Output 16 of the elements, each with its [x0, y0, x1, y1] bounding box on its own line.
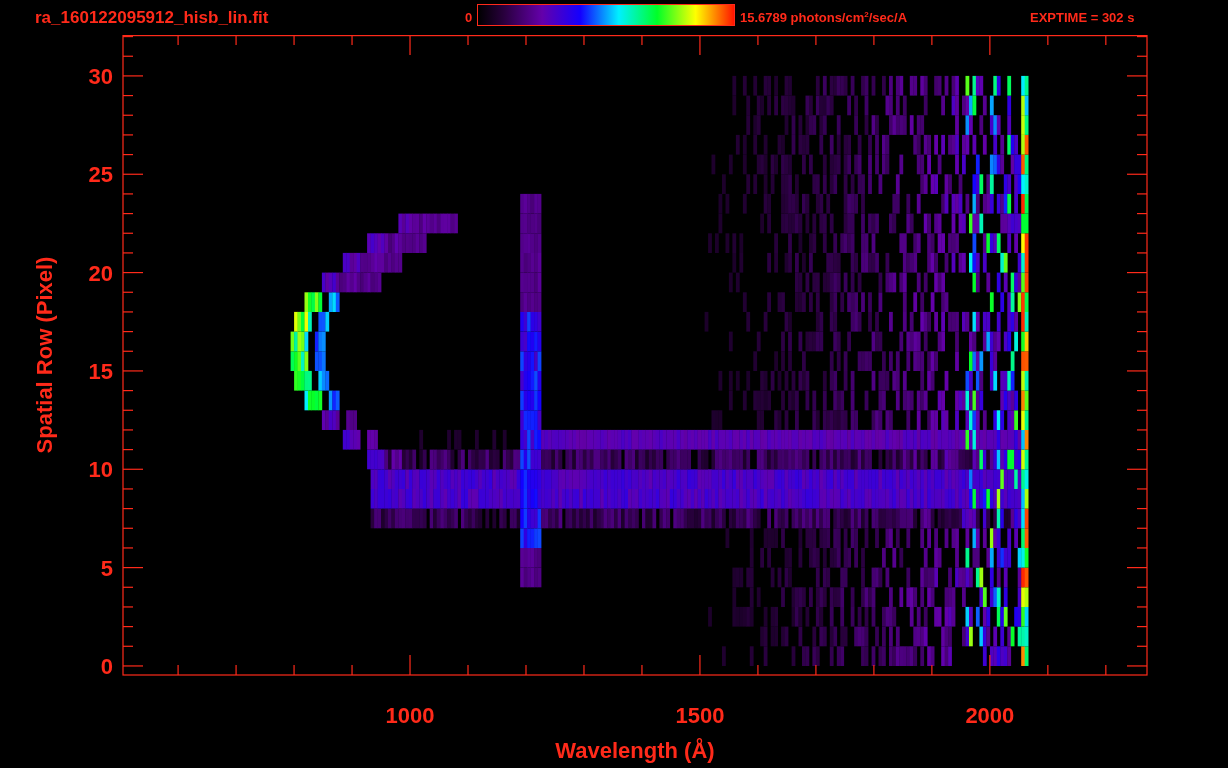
file-title: ra_160122095912_hisb_lin.fit — [35, 7, 270, 28]
x-tick-label: 1500 — [675, 703, 725, 728]
x-tick-label: 2000 — [965, 703, 1015, 728]
y-tick-label: 5 — [100, 555, 113, 581]
y-tick-label: 30 — [88, 63, 113, 89]
y-tick-label: 15 — [88, 358, 113, 384]
y-tick-label: 0 — [100, 653, 113, 679]
x-tick-label: 1000 — [385, 703, 435, 728]
colorbar-max-label: 15.6789 photons/cm$^{2}$/sec/A — [740, 9, 909, 26]
y-tick-label: 20 — [88, 260, 113, 286]
y-axis-label: Spatial Row (Pixel) — [32, 256, 57, 454]
exposure-time: EXPTIME = 302 s — [1030, 10, 1135, 25]
y-tick-label: 25 — [88, 162, 113, 188]
y-tick-label: 10 — [88, 457, 113, 483]
colorbar-min-label: 0 — [465, 10, 474, 25]
x-axis-label: Wavelength (Å) — [555, 738, 715, 763]
